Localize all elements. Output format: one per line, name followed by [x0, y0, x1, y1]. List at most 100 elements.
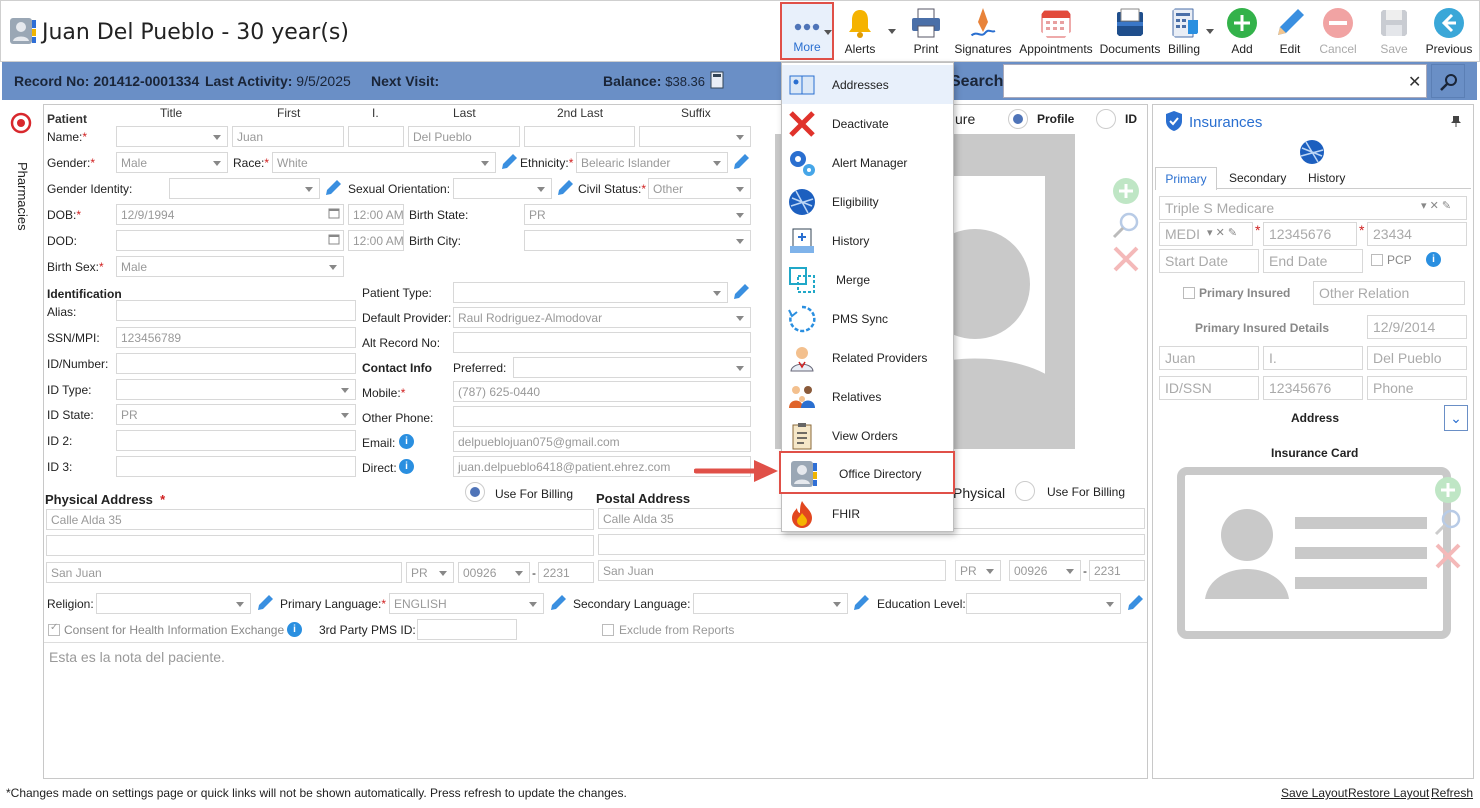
birth-state-select[interactable]: PR	[524, 204, 751, 225]
tab-primary[interactable]: Primary	[1155, 167, 1217, 190]
edit-sexual-orientation-icon[interactable]	[556, 179, 574, 197]
end-date-field[interactable]: End Date	[1263, 249, 1363, 273]
postal-city-field[interactable]: San Juan	[598, 560, 946, 581]
physical-line2-field[interactable]	[46, 535, 594, 556]
pcp-info-icon[interactable]: i	[1426, 252, 1441, 267]
profile-radio[interactable]	[1008, 109, 1028, 129]
physical-zip4-field[interactable]: 2231	[538, 562, 594, 583]
menu-item-office-directory[interactable]: Office Directory	[779, 451, 955, 494]
add-photo-icon[interactable]	[1111, 176, 1141, 206]
edit-patient-type-icon[interactable]	[732, 283, 750, 301]
ssn-field[interactable]: 123456789	[116, 327, 356, 348]
restore-layout-link[interactable]: Restore Layout	[1348, 786, 1429, 800]
postal-state-select[interactable]: PR	[955, 560, 1001, 581]
appointments-button[interactable]: Appointments	[1016, 4, 1096, 60]
edit-gender-identity-icon[interactable]	[324, 179, 342, 197]
civil-status-select[interactable]: Other	[648, 178, 751, 199]
billing-button[interactable]: Billing	[1164, 4, 1204, 60]
id-state-select[interactable]: PR	[116, 404, 356, 425]
physical-zip-select[interactable]: 00926	[458, 562, 530, 583]
add-card-icon[interactable]	[1433, 475, 1463, 505]
edit-race-icon[interactable]	[500, 153, 518, 171]
billing-dropdown-icon[interactable]	[1206, 29, 1214, 35]
direct-info-icon[interactable]: i	[399, 459, 414, 474]
menu-item-alert-manager[interactable]: Alert Manager	[782, 143, 953, 182]
default-provider-select[interactable]: Raul Rodriguez-Almodovar	[453, 307, 751, 328]
last-name-field[interactable]: Del Pueblo	[408, 126, 520, 147]
notes-textarea[interactable]: Esta es la nota del paciente.	[44, 642, 1147, 778]
id-number-field[interactable]	[116, 353, 356, 374]
remove-card-icon[interactable]	[1433, 541, 1463, 571]
start-date-field[interactable]: Start Date	[1159, 249, 1259, 273]
middle-initial-field[interactable]	[348, 126, 404, 147]
edit-button[interactable]: Edit	[1268, 4, 1312, 60]
id-radio[interactable]	[1096, 109, 1116, 129]
calendar-icon[interactable]	[328, 207, 340, 219]
gender-identity-select[interactable]	[169, 178, 320, 199]
edit-secondary-language-icon[interactable]	[852, 594, 870, 612]
physical-billing-radio[interactable]	[465, 482, 485, 502]
secondary-language-select[interactable]	[693, 593, 848, 614]
insured-idssn-field[interactable]: ID/SSN	[1159, 376, 1259, 400]
edit-religion-icon[interactable]	[256, 594, 274, 612]
edit-education-level-icon[interactable]	[1126, 594, 1144, 612]
print-button[interactable]: Print	[902, 4, 950, 60]
other-phone-field[interactable]	[453, 406, 751, 427]
postal-line2-field[interactable]	[598, 534, 1145, 555]
edit-primary-language-icon[interactable]	[549, 594, 567, 612]
member-id-field[interactable]: 12345676	[1263, 222, 1357, 246]
insured-last-field[interactable]: Del Pueblo	[1367, 346, 1467, 370]
menu-item-fhir[interactable]: FHIR	[782, 494, 953, 533]
physical-state-select[interactable]: PR	[406, 562, 454, 583]
preferred-select[interactable]	[513, 357, 751, 378]
education-level-select[interactable]	[966, 593, 1121, 614]
menu-item-view-orders[interactable]: View Orders	[782, 416, 953, 455]
dod-field[interactable]	[116, 230, 344, 251]
exclude-reports-checkbox[interactable]	[602, 624, 614, 636]
postal-zip-select[interactable]: 00926	[1009, 560, 1081, 581]
dob-field[interactable]: 12/9/1994	[116, 204, 344, 225]
search-button[interactable]	[1431, 64, 1465, 98]
insured-id-field[interactable]: 12345676	[1263, 376, 1363, 400]
alerts-button[interactable]: Alerts	[836, 4, 884, 60]
postal-billing-radio[interactable]	[1015, 481, 1035, 501]
dob-time-field[interactable]: 12:00 AM	[348, 204, 404, 225]
email-field[interactable]: delpueblojuan075@gmail.com	[453, 431, 751, 452]
patient-type-select[interactable]	[453, 282, 728, 303]
insured-initial-field[interactable]: I.	[1263, 346, 1363, 370]
documents-button[interactable]: Documents	[1098, 4, 1162, 60]
email-info-icon[interactable]: i	[399, 434, 414, 449]
save-layout-link[interactable]: Save Layout	[1281, 786, 1348, 800]
physical-city-field[interactable]: San Juan	[46, 562, 402, 583]
pin-icon[interactable]	[1451, 115, 1461, 127]
first-name-field[interactable]: Juan	[232, 126, 344, 147]
birth-city-select[interactable]	[524, 230, 751, 251]
more-button[interactable]: More	[780, 2, 834, 60]
calendar-icon[interactable]	[328, 233, 340, 245]
previous-button[interactable]: Previous	[1422, 4, 1476, 60]
second-last-name-field[interactable]	[524, 126, 635, 147]
remove-photo-icon[interactable]	[1111, 244, 1141, 274]
balance-calculator-icon[interactable]	[708, 71, 726, 89]
suffix-select[interactable]	[639, 126, 751, 147]
view-card-icon[interactable]	[1433, 507, 1463, 537]
other-relation-select[interactable]: Other Relation	[1313, 281, 1465, 305]
postal-zip4-field[interactable]: 2231	[1089, 560, 1145, 581]
add-button[interactable]: Add	[1220, 4, 1264, 60]
religion-select[interactable]	[96, 593, 251, 614]
view-photo-icon[interactable]	[1111, 210, 1141, 240]
title-select[interactable]	[116, 126, 228, 147]
id-type-select[interactable]	[116, 379, 356, 400]
gender-select[interactable]: Male	[116, 152, 228, 173]
menu-item-relatives[interactable]: Relatives	[782, 377, 953, 416]
plan-type-controls-icon[interactable]: ▾ ✕ ✎	[1207, 226, 1237, 239]
refresh-link[interactable]: Refresh	[1431, 786, 1473, 800]
menu-item-eligibility[interactable]: Eligibility	[782, 182, 953, 221]
menu-item-related-providers[interactable]: Related Providers	[782, 338, 953, 377]
clear-search-icon[interactable]: ✕	[1408, 72, 1421, 92]
consent-info-icon[interactable]: i	[287, 622, 302, 637]
tab-secondary[interactable]: Secondary	[1229, 171, 1286, 185]
plan-type-select[interactable]: MEDI	[1159, 222, 1253, 246]
eligibility-globe-icon[interactable]	[1298, 138, 1326, 166]
tab-history[interactable]: History	[1308, 171, 1345, 185]
